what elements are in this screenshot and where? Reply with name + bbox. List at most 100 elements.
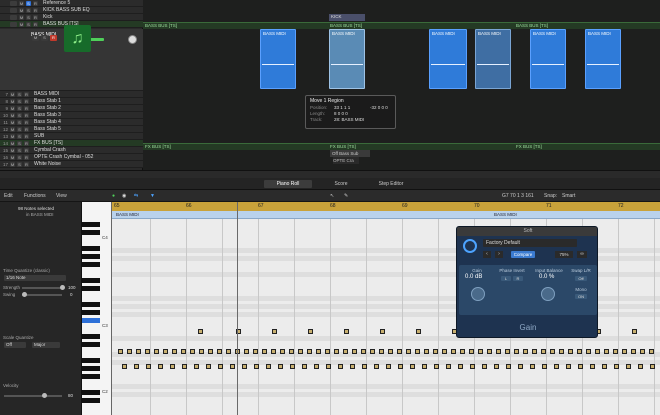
- midi-note[interactable]: [266, 364, 271, 369]
- midi-note[interactable]: [334, 349, 339, 354]
- midi-note[interactable]: [134, 364, 139, 369]
- midi-note[interactable]: [505, 349, 510, 354]
- mute-button[interactable]: M: [10, 105, 15, 111]
- solo-button[interactable]: S: [26, 21, 31, 27]
- track-header[interactable]: 7 M S R BASS MIDI: [0, 91, 143, 98]
- midi-region-selected[interactable]: BASS MIDI: [329, 29, 365, 89]
- velocity-knob[interactable]: [42, 393, 47, 398]
- record-button[interactable]: R: [24, 140, 29, 146]
- record-button[interactable]: R: [24, 112, 29, 118]
- track-header[interactable]: MSR Kick: [0, 14, 143, 21]
- black-key-active[interactable]: [82, 318, 100, 323]
- solo-button[interactable]: S: [17, 91, 22, 97]
- midi-note[interactable]: [422, 364, 427, 369]
- black-key[interactable]: [82, 254, 100, 259]
- midi-note[interactable]: [424, 349, 429, 354]
- solo-button[interactable]: S: [17, 133, 22, 139]
- selected-track-header[interactable]: BASS MIDI M S R ♫: [0, 25, 143, 91]
- solo-button[interactable]: S: [17, 140, 22, 146]
- midi-note[interactable]: [613, 349, 618, 354]
- record-button[interactable]: R: [24, 147, 29, 153]
- plugin-title[interactable]: Soft: [457, 227, 597, 236]
- mute-button[interactable]: M: [32, 35, 39, 41]
- time-quantize-select[interactable]: 1/16 Note: [4, 275, 66, 281]
- midi-note[interactable]: [451, 349, 456, 354]
- midi-note[interactable]: [170, 364, 175, 369]
- midi-note[interactable]: [289, 349, 294, 354]
- midi-note[interactable]: [518, 364, 523, 369]
- black-key[interactable]: [82, 390, 100, 395]
- midi-note[interactable]: [118, 349, 123, 354]
- region-bar[interactable]: BASS MIDI BASS MIDI: [112, 211, 660, 219]
- midi-note[interactable]: [566, 364, 571, 369]
- midi-note[interactable]: [649, 349, 654, 354]
- midi-note[interactable]: [302, 364, 307, 369]
- midi-note[interactable]: [506, 364, 511, 369]
- midi-region[interactable]: BASS MIDI: [429, 29, 467, 89]
- snap-select[interactable]: Smart: [562, 193, 575, 199]
- midi-note[interactable]: [386, 364, 391, 369]
- midi-note[interactable]: [325, 349, 330, 354]
- midi-note[interactable]: [379, 349, 384, 354]
- midi-note[interactable]: [198, 329, 203, 334]
- midi-note[interactable]: [254, 364, 259, 369]
- tab-piano-roll[interactable]: Piano Roll: [264, 180, 312, 188]
- midi-note[interactable]: [136, 349, 141, 354]
- scale-quantize-off[interactable]: Off: [4, 342, 26, 348]
- midi-note[interactable]: [550, 349, 555, 354]
- midi-note[interactable]: [262, 349, 267, 354]
- mono-toggle[interactable]: ON: [575, 294, 587, 299]
- midi-note[interactable]: [469, 349, 474, 354]
- mute-button[interactable]: M: [19, 7, 24, 13]
- black-key[interactable]: [82, 246, 100, 251]
- black-key[interactable]: [82, 374, 100, 379]
- midi-note[interactable]: [326, 364, 331, 369]
- midi-note[interactable]: [442, 349, 447, 354]
- midi-note[interactable]: [416, 329, 421, 334]
- midi-note[interactable]: [397, 349, 402, 354]
- solo-button[interactable]: S: [17, 154, 22, 160]
- solo-button[interactable]: S: [17, 98, 22, 104]
- link-icon[interactable]: ⇆: [134, 193, 138, 199]
- view-size-select[interactable]: 75%: [555, 251, 573, 258]
- midi-note[interactable]: [604, 349, 609, 354]
- black-key[interactable]: [82, 262, 100, 267]
- phase-right-toggle[interactable]: R: [513, 276, 523, 281]
- record-button[interactable]: R: [24, 161, 29, 167]
- midi-note[interactable]: [182, 364, 187, 369]
- kick-region[interactable]: KICK: [329, 14, 365, 21]
- midi-note[interactable]: [622, 349, 627, 354]
- midi-note[interactable]: [361, 349, 366, 354]
- midi-note[interactable]: [388, 349, 393, 354]
- mute-button[interactable]: M: [10, 98, 15, 104]
- record-button[interactable]: R: [33, 21, 38, 27]
- next-preset-icon[interactable]: ›: [495, 251, 503, 258]
- midi-note[interactable]: [406, 349, 411, 354]
- midi-note[interactable]: [370, 349, 375, 354]
- velocity-slider[interactable]: [4, 395, 62, 397]
- midi-note[interactable]: [578, 364, 583, 369]
- midi-note[interactable]: [316, 349, 321, 354]
- midi-region[interactable]: BASS MIDI: [530, 29, 566, 89]
- edit-menu[interactable]: Edit: [4, 193, 13, 199]
- preset-select[interactable]: Factory Default: [483, 239, 577, 247]
- swap-lr-toggle[interactable]: Off: [575, 276, 587, 281]
- midi-note[interactable]: [541, 349, 546, 354]
- mute-button[interactable]: M: [10, 91, 15, 97]
- midi-note[interactable]: [586, 349, 591, 354]
- midi-note[interactable]: [242, 364, 247, 369]
- black-key[interactable]: [82, 310, 100, 315]
- black-key[interactable]: [82, 366, 100, 371]
- black-key[interactable]: [82, 358, 100, 363]
- solo-button[interactable]: S: [17, 105, 22, 111]
- midi-note[interactable]: [278, 364, 283, 369]
- swing-knob[interactable]: [22, 292, 27, 297]
- solo-button[interactable]: S: [41, 35, 48, 41]
- midi-note[interactable]: [272, 329, 277, 334]
- catch-icon[interactable]: ◉: [122, 193, 126, 199]
- pencil-tool-icon[interactable]: ✎: [344, 193, 348, 199]
- mute-button[interactable]: M: [10, 119, 15, 125]
- record-button[interactable]: R: [24, 154, 29, 160]
- midi-note[interactable]: [433, 349, 438, 354]
- solo-button[interactable]: S: [17, 161, 22, 167]
